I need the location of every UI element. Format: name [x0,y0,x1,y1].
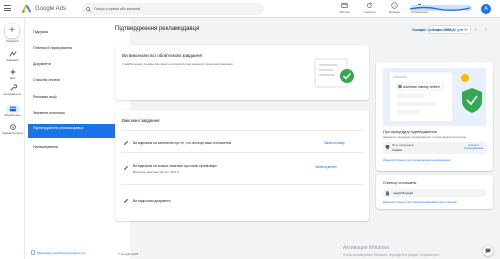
task-subtext: Відповідь надіслано 23 лип. 2025 р. [133,170,180,174]
refresh-button[interactable]: Оновити [357,2,382,14]
feedback-icon [485,248,491,254]
ad-sponsor-title: Спонсор оголошень [383,181,417,185]
nav-item-summary[interactable]: Підсумок [33,30,48,34]
rail-item-create-label: Створити [0,39,25,43]
search-icon [86,6,91,12]
sponsor-name: Андрій Бородій [393,191,413,196]
copyright: © Google 2025 [118,252,139,256]
completion-illustration [314,58,354,88]
mobile-app-link-label: Завантажте мобільний додаток Go [37,250,86,255]
phone-icon [31,250,35,255]
building-icon [386,191,389,195]
windows-activation-subtitle: Чтобы активировать Windows, перейдите в … [343,253,441,257]
nav-item-documents[interactable]: Документи [33,62,51,66]
appearance-icon [341,3,348,8]
sponsor-value-box: Андрій Бородій [383,189,486,197]
refresh-icon [367,2,373,8]
left-rail: + Створити Кампанії Цілі Інструмен ти Ро… [0,18,25,259]
edit-icon [123,165,129,171]
rail-label-goals: Цілі [9,76,16,80]
account-scribble [409,6,471,11]
nav-item-transactions[interactable]: Платежі й нарахування [33,46,72,50]
reminder-location-value: Україна [392,148,402,152]
payer-info-link[interactable]: Дізнатися більше про платника інформації… [383,200,456,204]
google-ads-icon [22,5,31,13]
help-label: Довідка [389,10,400,14]
verification-info-desc: Завершіть процедуру підтвердження з пока… [383,135,466,139]
help-icon: ? [391,2,398,9]
help-fab[interactable] [483,246,493,256]
tasks-complete-card: Ви виконали всі обов'язкові завдання У м… [115,45,369,100]
rail-label-admin: Адміністр атор [2,131,23,135]
rail-item-goals[interactable]: Цілі [0,68,25,80]
change-details-link[interactable]: Змінити деталі [315,165,337,169]
nav-item-promotions[interactable]: Рекламні акції [33,95,57,99]
rail-label-billing: Розрахунок [4,113,21,117]
task-row: Ви відповіли на запитання про те, хто оп… [121,130,363,152]
tasks-complete-title: Ви виконали всі обов'язкові завдання [122,53,202,58]
learn-more-verification-link[interactable]: Дізнатися більше про підтвердження рекла… [383,158,450,162]
help-button[interactable]: ? Довідка [382,2,407,14]
completed-tasks-title: Виконані завдання [122,118,160,123]
tools-icon [9,84,17,91]
windows-activation-title: Активация Windows [343,245,390,251]
plus-icon: + [9,25,15,36]
completed-tasks-card: Виконані завдання Ви відповіли на запита… [115,110,369,221]
reset-verification-link[interactable]: Сохнути підтвердження [461,143,486,150]
rail-label-create: Створити [5,39,20,43]
task-row: Ви відповіли на кількох запитань про сво… [121,152,363,184]
search-placeholder: Пошук сторінки або кампанії [94,7,141,11]
tasks-complete-desc: У майбутньому Google Ads можуть попросит… [122,62,233,66]
appearance-label: Вигляд [339,10,350,14]
refresh-label: Оновити [363,10,376,14]
goals-icon [9,68,16,76]
search-input[interactable]: Пошук сторінки або кампанії [82,3,264,15]
rail-item-tools[interactable]: Інструмен ти [0,84,25,96]
top-app-bar: Google Ads Пошук сторінки або кампанії В… [0,0,500,18]
rail-item-billing[interactable]: Розрахунок [0,105,25,117]
nav-item-change-payer[interactable]: Змінення платника [33,111,65,115]
illustration-heading: Advertiser identity verified [403,85,440,89]
task-row: Ви надіслали документи [121,184,363,214]
google-ads-logo[interactable]: Google Ads [22,4,66,13]
nav-item-settings[interactable]: Налаштування [33,145,58,149]
avatar[interactable]: А [481,4,491,14]
rail-item-admin[interactable]: Адміністр атор [0,123,25,135]
verification-illustration: Advertiser identity verified [383,68,486,126]
edit-icon [123,198,129,204]
main-content: Підтвердження рекламодавця Сьогодні 3 се… [108,18,500,259]
rail-label-campaigns: Кампанії [6,58,19,62]
create-button[interactable]: + [5,24,19,38]
billing-icon [9,106,16,112]
campaigns-icon [8,51,17,57]
task-text: Ви відповіли на кількох запитань про сво… [133,164,217,168]
admin-icon [9,124,16,130]
verification-info-title: Про процедуру підтвердження [383,130,437,134]
edit-icon [123,140,129,146]
last-30-days-changes-link[interactable]: Показати зміни за останні 30 днів [412,28,463,32]
change-name-link[interactable]: Змінити назву [324,141,345,145]
location-icon [385,145,390,150]
reminder-location-box: Місце нагадування Україна Сохнути підтве… [383,142,486,154]
chevron-right-icon[interactable]: › [485,27,487,33]
mobile-app-link[interactable]: Завантажте мобільний додаток Go [31,250,85,255]
verification-info-card: Advertiser identity verified Про процеду… [376,62,493,171]
rail-label-tools: Інструмен ти [3,92,22,96]
rail-item-campaigns[interactable]: Кампанії [0,50,25,62]
menu-icon[interactable] [4,5,11,12]
nav-item-payment-methods[interactable]: Способи оплати [33,78,60,82]
product-name: Google Ads [35,5,67,12]
task-text: Ви надіслали документи [133,199,171,203]
task-text: Ви відповіли на запитання про те, хто оп… [133,141,232,145]
svg-text:?: ? [394,4,396,8]
reminder-location-label: Місце нагадування [392,144,414,147]
chevron-down-icon [464,28,468,31]
page-title: Підтвердження рекламодавця [115,26,200,32]
chevron-left-icon[interactable]: ‹ [475,27,477,33]
ad-sponsor-card: Спонсор оголошень Андрій Бородій Дізнати… [376,175,493,209]
appearance-button[interactable]: Вигляд [332,2,357,14]
